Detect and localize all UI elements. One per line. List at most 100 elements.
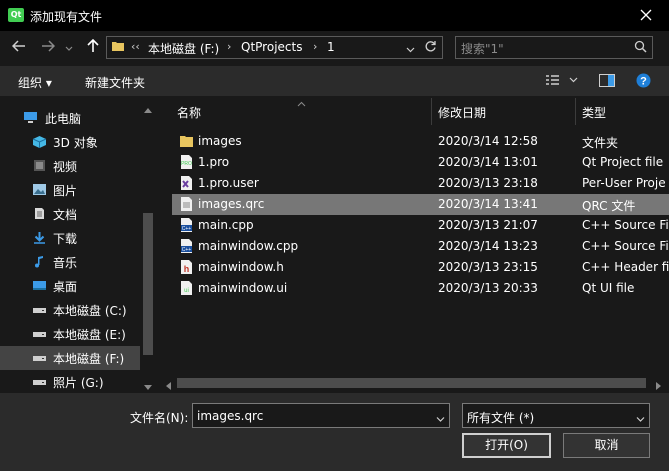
ui-file-icon: ui [181,281,192,295]
file-type: Per-User Proje [582,176,666,190]
column-header-name[interactable]: 名称 [177,104,201,121]
navigation-pane-scroll-thumb[interactable] [143,213,153,355]
cube-icon [32,136,47,148]
sidebar-item[interactable]: 此电脑 [0,106,140,130]
up-button[interactable] [83,38,103,58]
svg-text:C++: C++ [182,226,192,232]
sidebar-item[interactable]: 图片 [0,178,140,202]
help-icon: ? [636,73,651,88]
file-modified: 2020/3/13 23:18 [438,176,538,190]
breadcrumb-qtprojects[interactable]: QtProjects [241,40,302,54]
sidebar-item-label: 视频 [53,160,78,174]
caret-up-icon [144,108,152,113]
help-button[interactable]: ? [636,73,651,91]
sidebar-item[interactable]: 本地磁盘 (F:) [0,346,140,370]
file-name: mainwindow.h [198,260,284,274]
caret-right-icon [656,382,661,390]
column-header-modified[interactable]: 修改日期 [438,104,486,121]
svg-text:?: ? [640,76,647,88]
sidebar-item[interactable]: 本地磁盘 (E:) [0,322,140,346]
filename-input[interactable]: images.qrc [197,409,263,423]
arrow-up-icon [87,38,99,52]
video-icon [34,160,45,171]
folder-icon [180,136,193,147]
scroll-left-button[interactable] [165,379,171,393]
caret-left-icon [166,382,171,390]
organize-button[interactable]: 组织 ▾ [18,74,52,91]
column-divider[interactable] [431,98,432,125]
file-modified: 2020/3/13 23:15 [438,260,538,274]
svg-text:h: h [184,264,190,274]
filetype-dropdown-arrow[interactable] [636,412,645,426]
sidebar-item[interactable]: 3D 对象 [0,130,140,154]
drive-icon [33,308,46,313]
close-icon [640,9,652,21]
open-button[interactable]: 打开(O) [462,433,551,458]
drive-icon [33,332,46,337]
file-modified: 2020/3/14 13:23 [438,239,538,253]
back-button[interactable] [9,38,29,58]
column-divider[interactable] [575,98,576,125]
search-icon [634,40,647,53]
sidebar-item[interactable]: 音乐 [0,250,140,274]
file-name: main.cpp [198,218,254,232]
scroll-right-button[interactable] [656,379,662,393]
sidebar-item-label: 照片 (G:) [53,376,104,390]
sidebar-item[interactable]: 照片 (G:) [0,370,140,394]
refresh-button[interactable] [424,40,437,56]
breadcrumb-drive-f[interactable]: 本地磁盘 (F:) [148,40,219,57]
svg-text:C++: C++ [182,247,192,253]
user-file-icon [181,176,192,190]
breadcrumb-1[interactable]: 1 [327,40,335,54]
arrow-left-icon [11,40,25,52]
drive-icon [33,356,46,361]
scroll-up-button[interactable] [144,102,152,116]
sidebar-item[interactable]: 桌面 [0,274,140,298]
sidebar-item[interactable]: 视频 [0,154,140,178]
file-name: mainwindow.cpp [198,239,299,253]
file-list-scroll-thumb[interactable] [177,378,646,388]
file-modified: 2020/3/13 21:07 [438,218,538,232]
file-name: images [198,134,242,148]
desktop-icon [33,281,46,290]
drive-icon [33,380,46,385]
cancel-button[interactable]: 取消 [563,433,650,458]
file-type: 文件夹 [582,136,619,150]
preview-pane-icon [599,74,615,87]
file-modified: 2020/3/14 13:41 [438,197,538,211]
view-options-button[interactable] [545,74,581,89]
sort-ascending-icon [297,101,306,107]
folder-icon [112,42,124,51]
close-button[interactable] [630,4,662,26]
filename-history-dropdown[interactable] [436,412,445,426]
sidebar-item[interactable]: 下载 [0,226,140,250]
search-input[interactable]: 搜索"1" [461,40,504,57]
caret-down-icon [144,385,152,390]
preview-pane-button[interactable] [599,74,615,90]
computer-icon [24,112,37,123]
sidebar-item-label: 本地磁盘 (E:) [53,328,126,342]
sort-indicator [297,96,306,110]
sidebar-item-label: 下载 [53,232,78,246]
recent-locations-button[interactable] [63,38,75,58]
file-modified: 2020/3/14 12:58 [438,134,538,148]
cpp-file-icon: C++ [181,239,192,253]
scroll-down-button[interactable] [144,380,152,394]
cpp-file-icon: C++ [181,218,192,232]
breadcrumb-separator: › [227,40,232,53]
search-button[interactable] [634,40,647,56]
column-header-type[interactable]: 类型 [582,104,606,121]
sidebar-item[interactable]: 文档 [0,202,140,226]
sidebar-item[interactable]: 本地磁盘 (C:) [0,298,140,322]
new-folder-button[interactable]: 新建文件夹 [85,74,145,91]
forward-button[interactable] [38,38,58,58]
music-icon [35,256,43,268]
qrc-file-icon [181,197,192,211]
arrow-right-icon [42,40,56,52]
sidebar-item-label: 文档 [53,208,78,222]
sidebar-item-label: 3D 对象 [53,136,98,150]
picture-icon [33,184,46,195]
breadcrumb-separator: › [313,40,318,53]
address-history-dropdown[interactable] [406,43,415,57]
breadcrumb-overflow[interactable]: ‹‹ [131,40,140,53]
